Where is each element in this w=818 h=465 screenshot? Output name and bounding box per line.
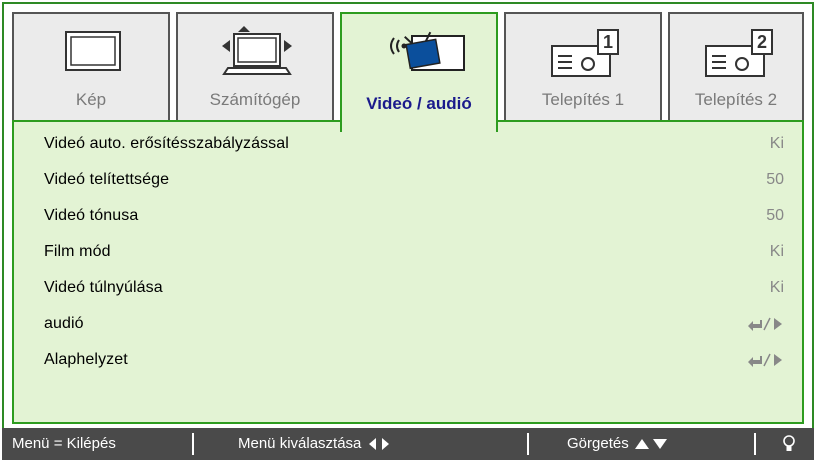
tab-bar: Kép Számítógép Videó / audió 1 Telepítés…: [12, 12, 804, 132]
menu-row-label: Videó tónusa: [44, 207, 139, 224]
footer-select-label: Menü kiválasztása: [238, 435, 362, 452]
settings-panel: Videó auto. erősítésszabályzással Ki Vid…: [12, 120, 804, 424]
menu-row-label: Videó auto. erősítésszabályzással: [44, 135, 289, 152]
menu-row-video-tint[interactable]: Videó tónusa 50: [44, 202, 784, 232]
menu-row-audio[interactable]: audió: [44, 310, 784, 340]
menu-row-value: Ki: [769, 135, 784, 152]
menu-row-value: 50: [766, 171, 784, 188]
tab-video-audio[interactable]: Videó / audió: [340, 12, 498, 132]
menu-row-label: audió: [44, 315, 84, 332]
tab-kep[interactable]: Kép: [12, 12, 170, 122]
tab-telepites-2[interactable]: 2 Telepítés 2: [668, 12, 804, 122]
footer-scroll-label: Görgetés: [567, 435, 629, 452]
menu-row-film-mode[interactable]: Film mód Ki: [44, 238, 784, 268]
menu-row-value: Ki: [769, 279, 784, 296]
tab-label: Számítógép: [209, 90, 301, 109]
menu-row-label: Alaphelyzet: [44, 351, 128, 368]
menu-row-video-agc[interactable]: Videó auto. erősítésszabályzással Ki: [44, 130, 784, 160]
menu-row-value: Ki: [769, 243, 784, 260]
left-right-arrows-icon: [368, 438, 389, 451]
footer-separator: [527, 433, 529, 455]
footer-bar: Menü = Kilépés Menü kiválasztása Görgeté…: [2, 428, 814, 460]
up-down-arrows-icon: [634, 439, 667, 450]
tab-label: Kép: [75, 90, 107, 109]
projector-setup-2-icon: 2: [670, 26, 802, 86]
footer-select-hint: Menü kiválasztása: [238, 435, 392, 452]
svg-text:2: 2: [757, 32, 767, 52]
menu-row-label: Videó túlnyúlása: [44, 279, 163, 296]
projector-setup-1-icon: 1: [506, 26, 660, 86]
menu-row-video-saturation[interactable]: Videó telítettsége 50: [44, 166, 784, 196]
enter-arrow-icon: [746, 315, 784, 333]
bulb-icon: [782, 434, 796, 458]
menu-row-value: 50: [766, 207, 784, 224]
menu-row-label: Videó telítettsége: [44, 171, 170, 188]
svg-text:1: 1: [603, 32, 613, 52]
tab-label: Telepítés 1: [541, 90, 625, 109]
tab-label: Telepítés 2: [694, 90, 778, 109]
menu-row-reset[interactable]: Alaphelyzet: [44, 346, 784, 376]
monitor-icon: [14, 26, 168, 86]
footer-separator: [192, 433, 194, 455]
enter-arrow-icon: [746, 351, 784, 369]
footer-scroll-hint: Görgetés: [567, 435, 669, 452]
menu-row-video-overscan[interactable]: Videó túlnyúlása Ki: [44, 274, 784, 304]
computer-icon: [178, 26, 332, 86]
menu-row-label: Film mód: [44, 243, 111, 260]
footer-separator: [754, 433, 756, 455]
video-audio-icon: [342, 26, 496, 86]
footer-exit-hint: Menü = Kilépés: [12, 435, 116, 452]
tab-telepites-1[interactable]: 1 Telepítés 1: [504, 12, 662, 122]
tab-label: Videó / audió: [366, 94, 472, 113]
tab-szamitogep[interactable]: Számítógép: [176, 12, 334, 122]
